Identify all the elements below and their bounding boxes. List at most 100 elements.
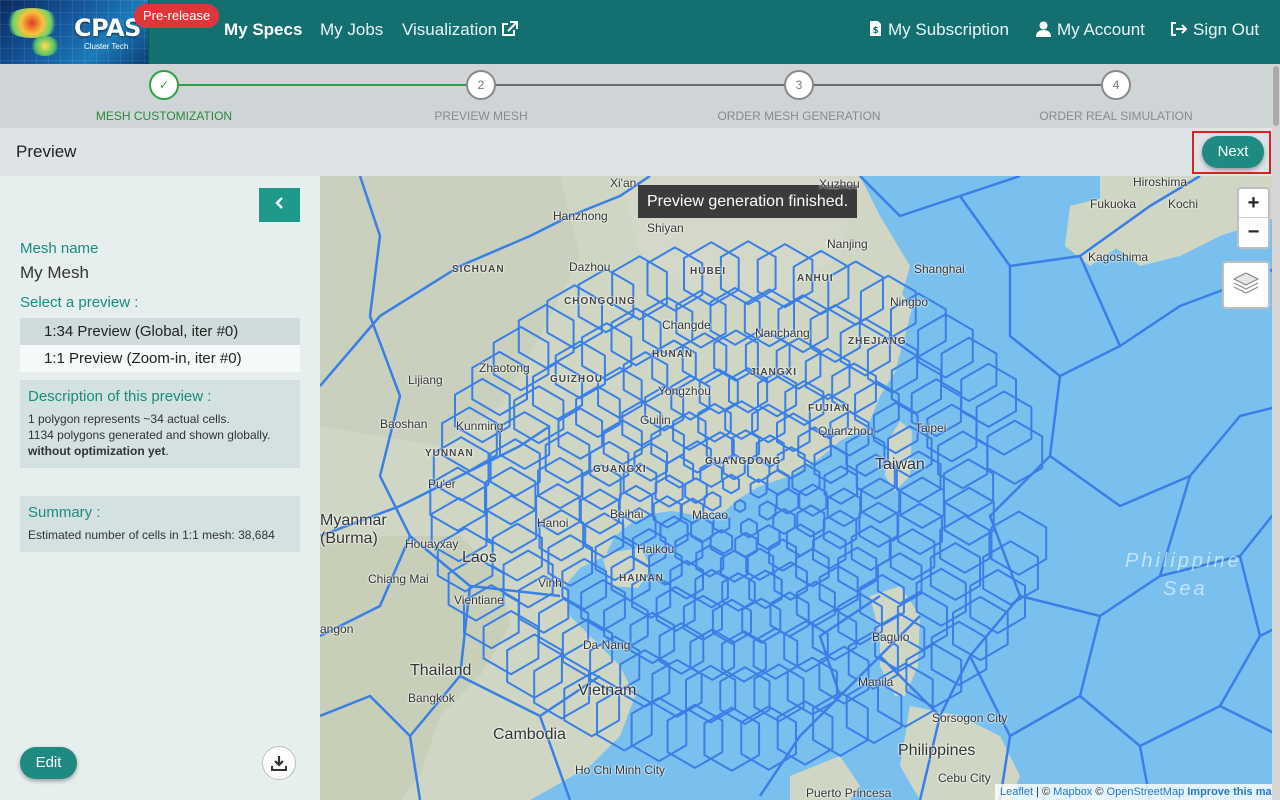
map-label: Kunming	[456, 419, 504, 433]
map-label: Zhaotong	[479, 361, 530, 375]
map-label: HUNAN	[652, 349, 694, 360]
mesh-cell	[986, 419, 1044, 485]
logo-subtext: Cluster Tech	[84, 42, 129, 51]
map-label: Baoshan	[380, 417, 428, 431]
map-label: ANHUI	[797, 273, 834, 284]
zoom-out-button[interactable]: −	[1239, 218, 1268, 247]
map-label: Hanzhong	[553, 209, 608, 223]
map-label: Kagoshima	[1088, 250, 1149, 264]
map-label: Shiyan	[647, 221, 684, 235]
map-label: Houayxay	[405, 537, 459, 551]
external-link-icon	[502, 21, 519, 36]
map-label: Philippine	[1125, 550, 1242, 572]
map-label: Ningbo	[890, 295, 929, 309]
mesh-cell	[899, 476, 945, 529]
step-2-number[interactable]: 2	[466, 70, 496, 100]
zoom-in-button[interactable]: +	[1239, 189, 1268, 218]
map-label: Xuzhou	[819, 177, 860, 191]
map-label: angon	[320, 622, 354, 636]
map-label: Taipei	[915, 421, 947, 435]
summary-card: Summary : Estimated number of cells in 1…	[20, 496, 300, 552]
map-label: Guilin	[640, 413, 671, 427]
mesh-cell	[655, 586, 696, 632]
nav-visualization[interactable]: Visualization	[402, 20, 519, 40]
pre-release-badge: Pre-release	[134, 4, 220, 28]
improve-map-link[interactable]: Improve this map	[1187, 786, 1278, 798]
collapse-sidebar-button[interactable]	[259, 188, 300, 222]
map-label: GUANGXI	[593, 464, 647, 475]
map-label: Myanmar	[320, 512, 387, 529]
map-label: Puerto Princesa	[806, 786, 892, 800]
user-icon	[1036, 21, 1051, 37]
svg-text:$: $	[873, 26, 879, 36]
step-4-label: ORDER REAL SIMULATION	[1039, 109, 1193, 123]
description-card: Description of this preview : 1 polygon …	[20, 380, 300, 468]
next-button[interactable]: Next	[1202, 136, 1264, 168]
mesh-cell	[757, 524, 781, 551]
step-connector-1	[179, 84, 466, 86]
mesh-cell	[952, 595, 1009, 662]
map-label: SICHUAN	[452, 264, 505, 275]
zoom-control: + −	[1237, 187, 1270, 249]
map-label: Cebu City	[938, 771, 991, 785]
map-label: GUIZHOU	[550, 374, 604, 385]
step-4-number[interactable]: 4	[1101, 70, 1131, 100]
map-label: Beihai	[610, 507, 644, 521]
description-title: Description of this preview :	[28, 388, 212, 405]
mesh-cell	[960, 362, 1017, 428]
preview-option-global[interactable]: 1:34 Preview (Global, iter #0)	[20, 318, 300, 345]
map-label: Sea	[1163, 578, 1208, 600]
map-label: Ho Chi Minh City	[575, 763, 666, 777]
nav-my-jobs[interactable]: My Jobs	[320, 20, 383, 40]
mesh-cell	[745, 547, 775, 581]
step-2-label: PREVIEW MESH	[434, 109, 528, 123]
map-label: YUNNAN	[425, 448, 474, 459]
invoice-dollar-icon: $	[870, 21, 881, 36]
leaflet-link[interactable]: Leaflet	[1000, 786, 1033, 798]
map-label: Bangkok	[408, 691, 455, 705]
step-3-number[interactable]: 3	[784, 70, 814, 100]
map-label: Chiang Mai	[368, 572, 429, 586]
download-button[interactable]	[262, 746, 296, 780]
map-label: Macao	[692, 508, 729, 522]
map-label: ZHEJIANG	[848, 336, 907, 347]
map-label: Thailand	[410, 662, 472, 679]
map-label: Vinh	[538, 576, 562, 590]
description-line-3: without optimization yet.	[28, 444, 169, 458]
mesh-cell	[733, 499, 747, 513]
map-label: CHONGQING	[564, 296, 636, 307]
map-label: Vietnam	[578, 682, 637, 699]
osm-link[interactable]: OpenStreetMap	[1107, 786, 1185, 798]
map-label: Lijiang	[408, 373, 443, 387]
nav-my-specs[interactable]: My Specs	[224, 20, 302, 40]
preview-option-zoom-in[interactable]: 1:1 Preview (Zoom-in, iter #0)	[20, 345, 300, 372]
mesh-cell	[674, 532, 704, 566]
nav-my-subscription[interactable]: $ My Subscription	[869, 20, 1009, 40]
map-label: Philippines	[898, 742, 976, 759]
layers-control[interactable]	[1222, 261, 1270, 309]
map-label: Vientiane	[454, 593, 504, 607]
map-label: Nanjing	[827, 237, 868, 251]
mesh-cell	[860, 477, 901, 524]
cpas-logo[interactable]: CPAS Cluster Tech	[0, 0, 149, 64]
sign-out-icon	[1171, 22, 1188, 36]
step-1-check-icon[interactable]: ✓	[149, 70, 179, 100]
map-label: Kochi	[1168, 197, 1199, 211]
map-label: Nanchang	[755, 326, 810, 340]
edit-button[interactable]: Edit	[20, 747, 77, 779]
map-label: Shanghai	[914, 262, 965, 276]
mesh-cell	[823, 465, 859, 505]
map-label: Haikou	[637, 542, 675, 556]
nav-my-account[interactable]: My Account	[1036, 20, 1145, 40]
description-line-1: 1 polygon represents ~34 actual cells.	[28, 412, 230, 426]
mesh-cell	[940, 336, 998, 402]
nav-sign-out[interactable]: Sign Out	[1170, 20, 1259, 40]
page-scrollbar[interactable]	[1272, 64, 1280, 800]
map-label: Manila	[858, 675, 894, 689]
mapbox-link[interactable]: Mapbox	[1053, 786, 1092, 798]
map-label: FUJIAN	[808, 403, 851, 414]
sidebar-panel: Mesh name My Mesh Select a preview : 1:3…	[0, 176, 320, 800]
top-navbar: CPAS Cluster Tech Pre-release My Specs M…	[0, 0, 1280, 64]
logo-text: CPAS	[74, 14, 141, 42]
preview-header-bar: Preview	[0, 128, 1280, 176]
